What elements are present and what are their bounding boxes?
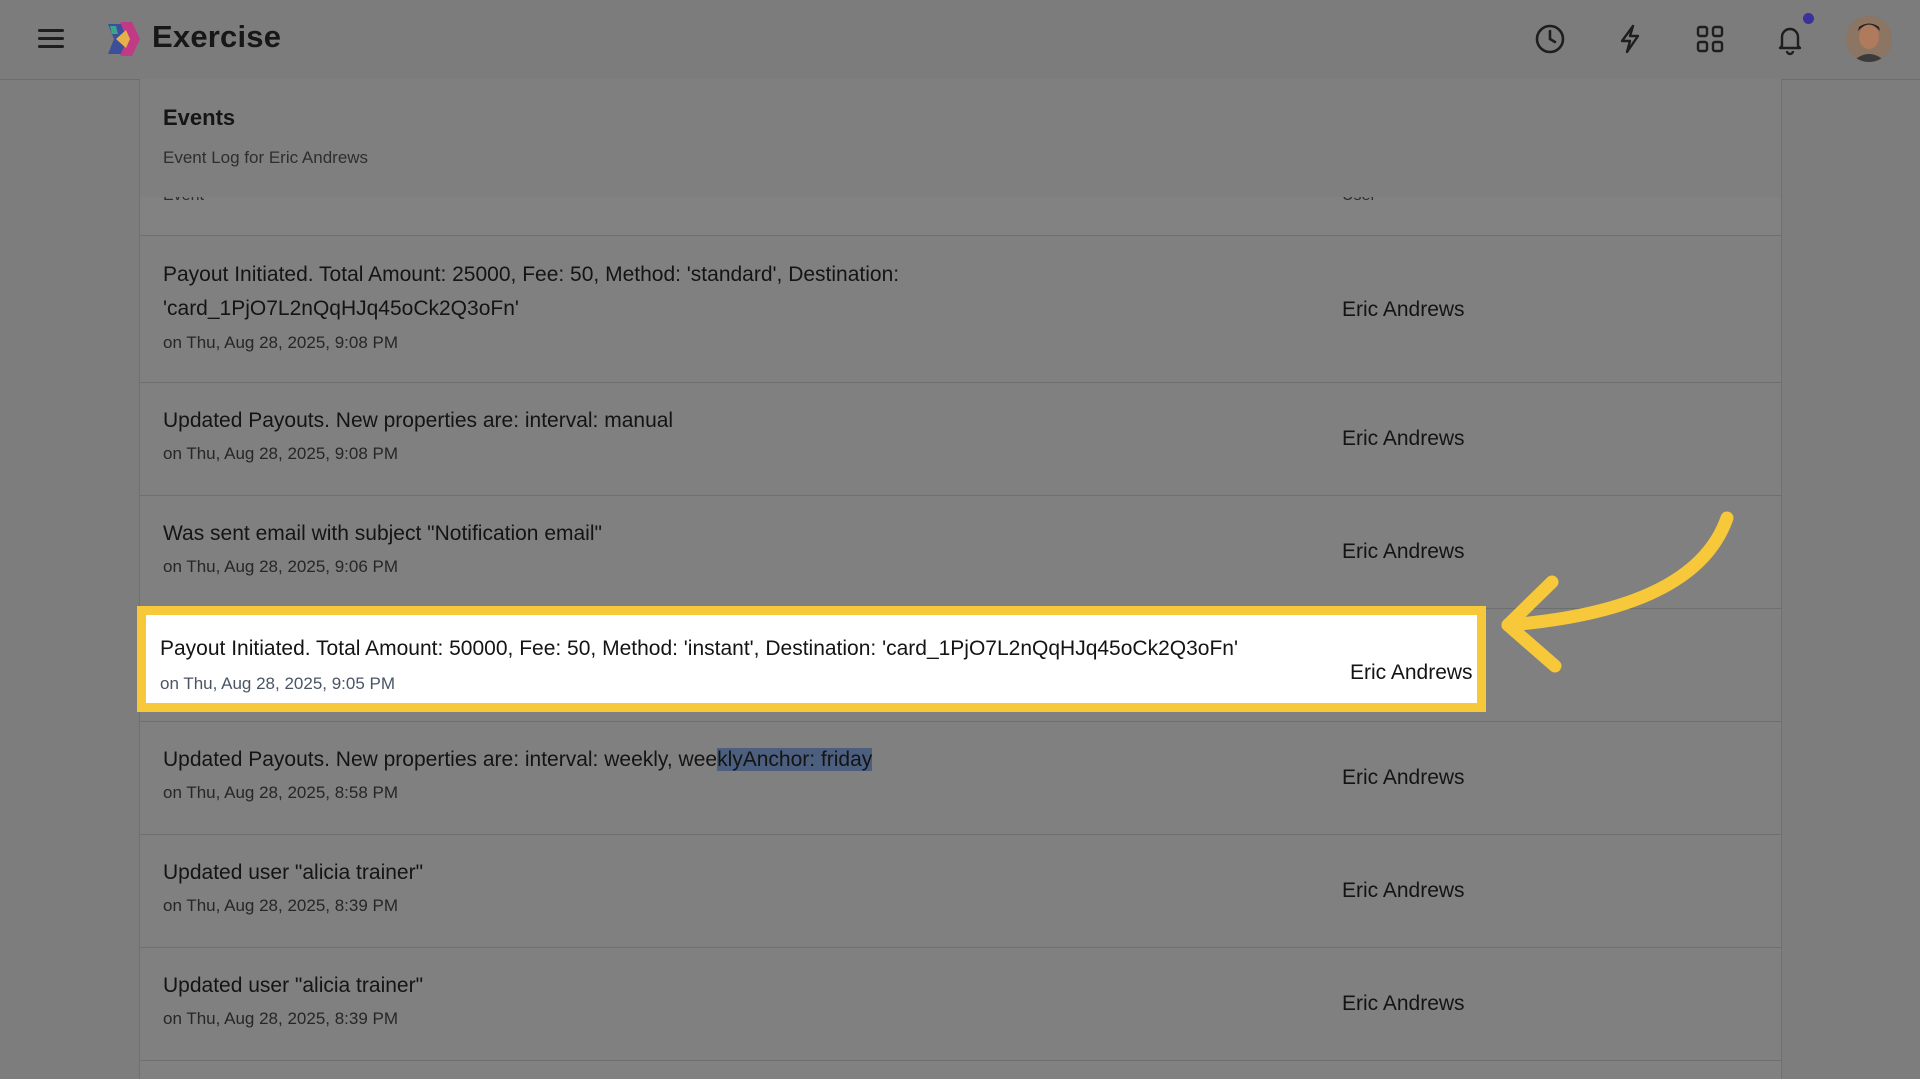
event-date: on Thu, Aug 28, 2025, 8:58 PM: [163, 783, 399, 802]
event-date: on Thu, Aug 28, 2025, 9:05 PM: [160, 674, 396, 693]
column-header-user[interactable]: User: [1342, 197, 1376, 205]
event-date: on Thu, Aug 28, 2025, 8:39 PM: [163, 1009, 399, 1028]
table-row[interactable]: Payout Initiated. Total Amount: 25000, F…: [140, 236, 1781, 383]
event-user[interactable]: Eric Andrews: [1342, 992, 1465, 1016]
app-logo-icon: [108, 22, 140, 56]
event-user[interactable]: Eric Andrews: [1342, 879, 1465, 903]
event-text: Updated user "alicia trainer": [163, 861, 424, 884]
table-row[interactable]: Updated user "alicia trainer" on Thu, Au…: [140, 835, 1781, 948]
event-user[interactable]: Eric Andrews: [1342, 298, 1465, 322]
event-date: on Thu, Aug 28, 2025, 9:08 PM: [163, 333, 399, 352]
bell-icon[interactable]: [1770, 19, 1810, 59]
event-text: Was sent email with subject "Notificatio…: [163, 522, 602, 545]
notification-dot: [1803, 13, 1814, 24]
avatar[interactable]: [1846, 16, 1892, 62]
event-text: Payout Initiated. Total Amount: 50000, F…: [160, 637, 1238, 660]
event-text: Updated Payouts. New properties are: int…: [163, 748, 873, 771]
apps-grid-icon[interactable]: [1690, 19, 1730, 59]
curved-arrow-icon: [1501, 511, 1734, 673]
highlighted-event-row[interactable]: Payout Initiated. Total Amount: 50000, F…: [137, 606, 1486, 712]
app-title: Exercise: [152, 19, 282, 54]
table-row[interactable]: Updated Payouts. New properties are: int…: [140, 383, 1781, 496]
event-date: on Thu, Aug 28, 2025, 8:39 PM: [163, 896, 399, 915]
panel-header: Events Event Log for Eric Andrews: [140, 79, 1781, 198]
panel-subtitle: Event Log for Eric Andrews: [163, 148, 369, 167]
event-user[interactable]: Eric Andrews: [1342, 427, 1465, 451]
event-user[interactable]: Eric Andrews: [1350, 661, 1473, 685]
selected-text: klyAnchor: friday: [717, 748, 873, 771]
top-bar: Exercise: [0, 0, 1920, 80]
table-row[interactable]: Updated user "alicia trainer" on Thu, Au…: [140, 948, 1781, 1061]
event-text: Updated Payouts. New properties are: int…: [163, 409, 674, 432]
table-header: Event User: [140, 197, 1781, 236]
event-user[interactable]: Eric Andrews: [1342, 766, 1465, 790]
event-user[interactable]: Eric Andrews: [1342, 540, 1465, 564]
column-header-event[interactable]: Event: [163, 197, 204, 205]
event-date: on Thu, Aug 28, 2025, 9:06 PM: [163, 557, 399, 576]
table-row[interactable]: Updated Payouts. New properties are: int…: [140, 722, 1781, 835]
panel-title: Events: [163, 105, 236, 130]
event-date: on Thu, Aug 28, 2025, 9:08 PM: [163, 444, 399, 463]
event-text: Payout Initiated. Total Amount: 25000, F…: [163, 263, 900, 320]
history-icon[interactable]: [1530, 19, 1570, 59]
menu-icon[interactable]: [36, 26, 66, 52]
lightning-icon[interactable]: [1610, 19, 1650, 59]
event-text: Updated user "alicia trainer": [163, 974, 424, 997]
